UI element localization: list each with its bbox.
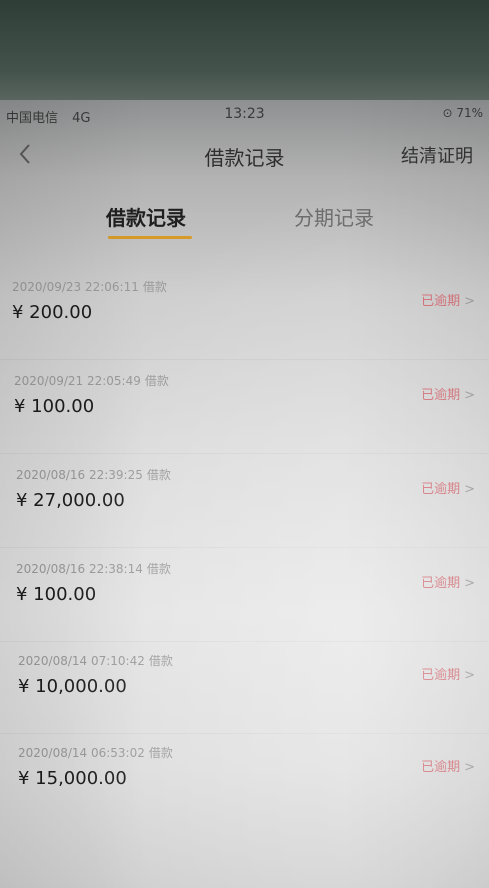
chevron-right-icon: >	[464, 668, 475, 683]
list-item[interactable]: 2020/08/16 22:38:14 借款 ¥ 100.00 已逾期 >	[0, 550, 489, 642]
record-status: 已逾期 >	[421, 572, 475, 591]
status-right: ⊙ 71%	[442, 106, 483, 120]
chevron-right-icon: >	[464, 760, 475, 775]
chevron-right-icon: >	[464, 576, 475, 591]
photo-background-top	[0, 0, 489, 102]
status-label: 已逾期	[421, 576, 461, 591]
tab-bar: 借款记录 分期记录	[0, 196, 489, 246]
tab-loan-records[interactable]: 借款记录	[106, 202, 186, 231]
alarm-icon: ⊙	[442, 106, 453, 120]
phone-screen: 中国电信 4G 13:23 ⊙ 71% 借款记录 结清证明 借款记录 分期记录 …	[0, 100, 489, 888]
record-status: 已逾期 >	[421, 290, 475, 309]
battery-percent: 71%	[456, 106, 483, 120]
record-amount: ¥ 100.00	[16, 584, 97, 605]
record-datetime: 2020/08/14 07:10:42	[18, 654, 145, 668]
record-meta: 2020/08/14 07:10:42 借款	[18, 652, 173, 669]
status-label: 已逾期	[421, 668, 461, 683]
status-label: 已逾期	[421, 388, 461, 403]
list-item[interactable]: 2020/09/23 22:06:11 借款 ¥ 200.00 已逾期 >	[0, 268, 489, 360]
list-item[interactable]: 2020/08/14 07:10:42 借款 ¥ 10,000.00 已逾期 >	[0, 642, 489, 734]
record-datetime: 2020/08/16 22:38:14	[16, 562, 143, 576]
record-meta: 2020/08/14 06:53:02 借款	[18, 744, 173, 761]
tab-installment-records[interactable]: 分期记录	[294, 202, 374, 231]
record-status: 已逾期 >	[421, 664, 475, 683]
record-type: 借款	[146, 468, 171, 482]
record-type: 借款	[146, 562, 171, 576]
record-amount: ¥ 27,000.00	[16, 490, 125, 511]
record-type: 借款	[144, 374, 169, 388]
status-label: 已逾期	[421, 760, 461, 775]
chevron-right-icon: >	[464, 294, 475, 309]
record-status: 已逾期 >	[421, 478, 475, 497]
record-type: 借款	[142, 280, 167, 294]
divider	[0, 453, 489, 454]
status-time: 13:23	[224, 106, 265, 122]
list-item[interactable]: 2020/08/16 22:39:25 借款 ¥ 27,000.00 已逾期 >	[0, 456, 489, 548]
status-label: 已逾期	[421, 482, 461, 497]
nav-bar: 借款记录 结清证明	[0, 130, 489, 178]
record-datetime: 2020/08/16 22:39:25	[16, 468, 143, 482]
record-amount: ¥ 15,000.00	[18, 768, 127, 789]
list-item[interactable]: 2020/09/21 22:05:49 借款 ¥ 100.00 已逾期 >	[0, 362, 489, 454]
status-bar: 中国电信 4G 13:23 ⊙ 71%	[0, 100, 489, 130]
record-status: 已逾期 >	[421, 384, 475, 403]
record-datetime: 2020/09/21 22:05:49	[14, 374, 141, 388]
active-tab-indicator	[108, 236, 192, 239]
chevron-right-icon: >	[464, 388, 475, 403]
record-datetime: 2020/08/14 06:53:02	[18, 746, 145, 760]
list-item[interactable]: 2020/08/14 06:53:02 借款 ¥ 15,000.00 已逾期 >	[0, 734, 489, 826]
divider	[0, 359, 489, 360]
record-amount: ¥ 10,000.00	[18, 676, 127, 697]
record-meta: 2020/08/16 22:38:14 借款	[16, 560, 171, 577]
settlement-proof-button[interactable]: 结清证明	[401, 142, 473, 168]
record-meta: 2020/08/16 22:39:25 借款	[16, 466, 171, 483]
chevron-right-icon: >	[464, 482, 475, 497]
record-type: 借款	[148, 746, 173, 760]
record-meta: 2020/09/23 22:06:11 借款	[12, 278, 167, 295]
record-status: 已逾期 >	[421, 756, 475, 775]
record-datetime: 2020/09/23 22:06:11	[12, 280, 139, 294]
record-type: 借款	[148, 654, 173, 668]
record-meta: 2020/09/21 22:05:49 借款	[14, 372, 169, 389]
record-amount: ¥ 200.00	[12, 302, 93, 323]
status-label: 已逾期	[421, 294, 461, 309]
record-amount: ¥ 100.00	[14, 396, 95, 417]
divider	[0, 547, 489, 548]
